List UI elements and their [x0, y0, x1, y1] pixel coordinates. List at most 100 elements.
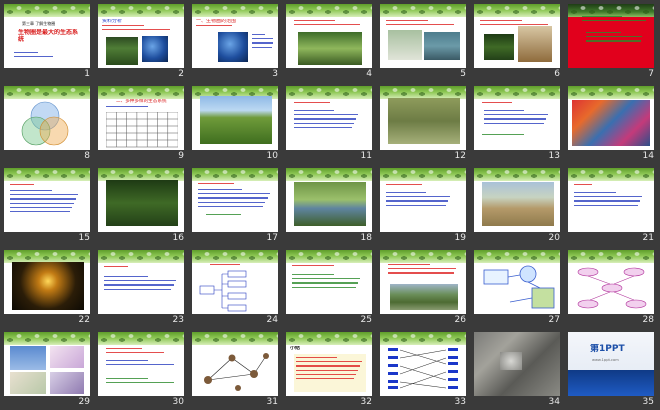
bird-picture: [298, 32, 362, 65]
slide-thumbnail[interactable]: [286, 4, 372, 68]
slide-thumbnail-cell[interactable]: 22: [2, 248, 96, 330]
slide-thumbnail-cell[interactable]: 资料分析 2: [96, 2, 190, 84]
slide-thumbnail-cell[interactable]: 33: [378, 330, 472, 410]
leaf-decoration: [4, 4, 90, 17]
slide-text-lines: [294, 20, 362, 28]
slide-thumbnail[interactable]: [380, 86, 466, 150]
slide-thumbnail-cell[interactable]: 14: [566, 84, 660, 166]
slide-thumbnail-cell[interactable]: 25: [284, 248, 378, 330]
slide-text-lines: [574, 192, 644, 209]
slide-thumbnail[interactable]: [4, 250, 90, 314]
slide-number: 10: [266, 151, 278, 161]
slide-text-lines: [482, 134, 552, 138]
slide-thumbnail-cell[interactable]: 30: [96, 330, 190, 410]
slide-thumbnail-cell[interactable]: 11: [284, 84, 378, 166]
slide-number: 15: [78, 233, 90, 243]
slide-thumbnail-cell[interactable]: 29: [2, 330, 96, 410]
slide-thumbnail-cell[interactable]: 15: [2, 166, 96, 248]
slide-thumbnail-cell[interactable]: 28: [566, 248, 660, 330]
slide-thumbnail[interactable]: 小结: [286, 332, 372, 396]
slide-thumbnail-cell[interactable]: 8: [2, 84, 96, 166]
slide-thumbnail[interactable]: [286, 86, 372, 150]
slide-title: 生物圈是最大的生态系统: [18, 29, 79, 43]
slide-number: 3: [272, 69, 278, 79]
slide-header-band: [192, 250, 278, 263]
slide-thumbnail[interactable]: [568, 250, 654, 314]
slide-thumbnail[interactable]: [286, 250, 372, 314]
slide-thumbnail[interactable]: [380, 4, 466, 68]
slide-thumbnail[interactable]: [98, 332, 184, 396]
slide-thumbnail-cell[interactable]: 20: [472, 166, 566, 248]
slide-thumbnail[interactable]: [474, 4, 560, 68]
slide-thumbnail-cell[interactable]: 23: [96, 248, 190, 330]
slide-thumbnail-cell[interactable]: 21: [566, 166, 660, 248]
leaf-decoration: [98, 332, 184, 345]
slide-thumbnail-cell[interactable]: 二、多种多样的生态系统 9: [96, 84, 190, 166]
slide-thumbnail-cell[interactable]: 第三章 了解生物圈 生物圈是最大的生态系统 1: [2, 2, 96, 84]
slide-thumbnail[interactable]: [568, 86, 654, 150]
leaf-decoration: [4, 86, 90, 99]
slide-thumbnail-cell[interactable]: 一、生物圈的范围 3: [190, 2, 284, 84]
slide-thumbnail[interactable]: [192, 168, 278, 232]
slide-thumbnail[interactable]: [568, 4, 654, 68]
slide-header-band: [98, 332, 184, 345]
leaf-decoration: [474, 4, 560, 17]
slide-number: 25: [360, 315, 372, 325]
leaf-decoration: [192, 332, 278, 345]
slide-thumbnail-cell[interactable]: 19: [378, 166, 472, 248]
slide-thumbnail-cell[interactable]: 小结 32: [284, 330, 378, 410]
slide-thumbnail[interactable]: [286, 168, 372, 232]
slide-thumbnail-cell[interactable]: 27: [472, 248, 566, 330]
leaf-decoration: [192, 168, 278, 181]
slide-thumbnail-cell[interactable]: 5: [378, 2, 472, 84]
slide-thumbnail[interactable]: [380, 332, 466, 396]
slide-thumbnail-cell[interactable]: 18: [284, 166, 378, 248]
slide-thumbnail-cell[interactable]: 4: [284, 2, 378, 84]
slide-text-lines: [10, 184, 50, 188]
slide-thumbnail[interactable]: [4, 86, 90, 150]
slide-thumbnail-cell[interactable]: 13: [472, 84, 566, 166]
slide-number: 29: [78, 397, 90, 407]
slide-thumbnail[interactable]: [192, 332, 278, 396]
slide-thumbnail-cell[interactable]: 31: [190, 330, 284, 410]
slide-header-band: [380, 250, 466, 263]
slide-thumbnail[interactable]: [568, 168, 654, 232]
slide-text-lines: [484, 110, 550, 127]
slide-thumbnail[interactable]: [4, 332, 90, 396]
slide-thumbnail-cell[interactable]: 34: [472, 330, 566, 410]
slide-thumbnail-cell[interactable]: 6: [472, 2, 566, 84]
leaf-decoration: [98, 86, 184, 99]
slide-number: 4: [366, 69, 372, 79]
slide-thumbnail[interactable]: [380, 168, 466, 232]
slide-text-lines: [386, 184, 446, 188]
slide-thumbnail[interactable]: 资料分析: [98, 4, 184, 68]
slide-text-lines: [102, 25, 172, 33]
slide-text-lines: [14, 52, 54, 60]
slide-thumbnail-cell[interactable]: 12: [378, 84, 472, 166]
slide-thumbnail[interactable]: [4, 168, 90, 232]
slide-thumbnail[interactable]: 第三章 了解生物圈 生物圈是最大的生态系统: [4, 4, 90, 68]
slide-header-band: [568, 250, 654, 263]
slide-thumbnail-cell[interactable]: 第1PPT www.1ppt.com 35: [566, 330, 660, 410]
slide-number: 13: [548, 151, 560, 161]
slide-thumbnail-cell[interactable]: 26: [378, 248, 472, 330]
slide-thumbnail-cell[interactable]: 10: [190, 84, 284, 166]
slide-thumbnail[interactable]: [192, 86, 278, 150]
slide-thumbnail[interactable]: 二、多种多样的生态系统: [98, 86, 184, 150]
slide-thumbnail[interactable]: [474, 86, 560, 150]
slide-thumbnail[interactable]: [474, 332, 560, 396]
slide-thumbnail[interactable]: 一、生物圈的范围: [192, 4, 278, 68]
leaf-decoration: [98, 4, 184, 17]
slide-thumbnail[interactable]: [380, 250, 466, 314]
slide-thumbnail[interactable]: [474, 250, 560, 314]
slide-thumbnail[interactable]: 第1PPT www.1ppt.com: [568, 332, 654, 396]
slide-thumbnail[interactable]: [192, 250, 278, 314]
slide-thumbnail-cell[interactable]: 17: [190, 166, 284, 248]
slide-thumbnail[interactable]: [98, 250, 184, 314]
slide-thumbnail-cell[interactable]: 24: [190, 248, 284, 330]
slide-thumbnail-cell[interactable]: 16: [96, 166, 190, 248]
slide-thumbnail-cell[interactable]: 7: [566, 2, 660, 84]
slide-thumbnail[interactable]: [98, 168, 184, 232]
slide-text-lines: [198, 183, 258, 187]
slide-thumbnail[interactable]: [474, 168, 560, 232]
